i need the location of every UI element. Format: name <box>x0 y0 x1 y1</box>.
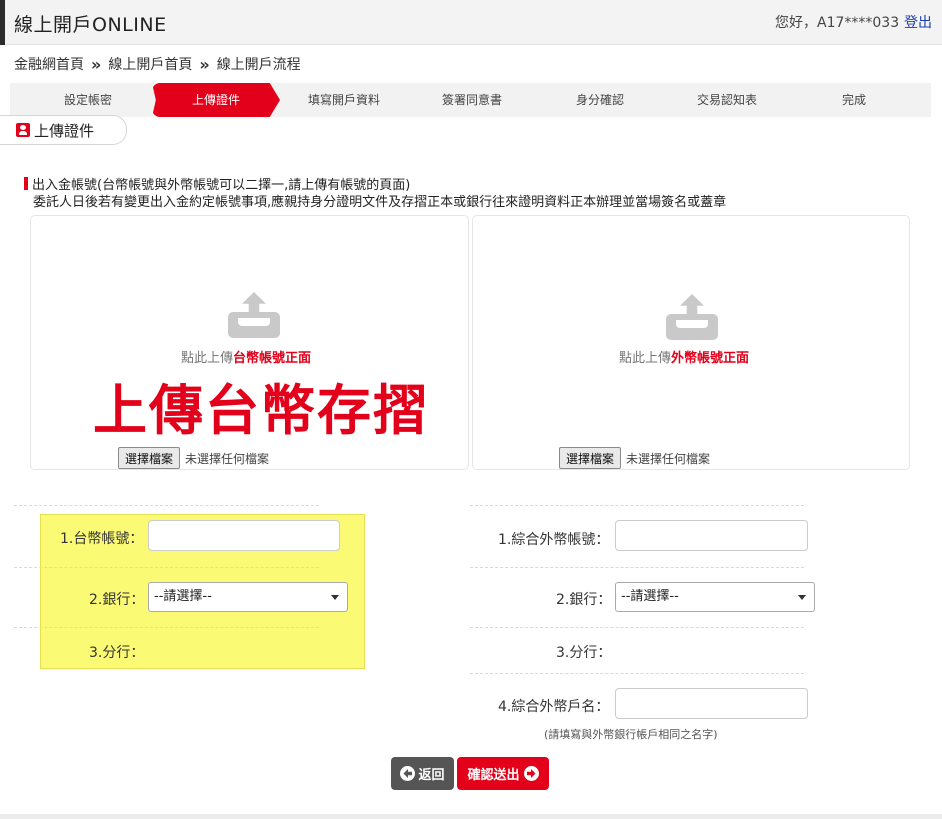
upload-tray-icon <box>228 292 280 338</box>
bottom-bar <box>0 814 942 819</box>
section-title: 上傳證件 <box>34 121 95 140</box>
foreign-bank-selected: --請選擇-- <box>621 589 679 604</box>
note-line-1: 出入金帳號(台幣帳號與外幣帳號可以二擇一,請上傳有帳號的頁面) <box>24 177 726 194</box>
step-fill-data: 填寫開戶資料 <box>307 93 380 107</box>
choose-file-button[interactable]: 選擇檔案 <box>118 447 181 469</box>
arrow-left-circle-icon <box>400 766 416 781</box>
foreign-name-note: (請填寫與外幣銀行帳戶相同之名字) <box>544 728 718 741</box>
step-set-password: 設定帳密 <box>63 93 112 107</box>
foreign-branch-label: 3.分行： <box>556 645 612 661</box>
foreign-name-input[interactable] <box>615 688 808 719</box>
divider <box>14 567 319 568</box>
divider <box>470 505 804 506</box>
note-text-1: 出入金帳號(台幣帳號與外幣帳號可以二擇一,請上傳有帳號的頁面) <box>32 178 411 193</box>
upload-hint-highlight: 台幣帳號正面 <box>233 351 312 366</box>
breadcrumb: 金融網首頁 » 線上開戶首頁 » 線上開戶流程 <box>14 54 301 74</box>
user-id: A17****033 <box>817 15 900 31</box>
logout-link[interactable]: 登出 <box>904 12 932 32</box>
app-header: 線上開戶ONLINE 您好，A17****033 登出 <box>0 0 942 45</box>
step-upload-documents: 上傳證件 <box>152 83 280 117</box>
divider <box>14 627 319 628</box>
divider <box>470 627 804 628</box>
arrow-right-circle-icon <box>523 766 539 781</box>
breadcrumb-item-process[interactable]: 線上開戶流程 <box>217 54 301 74</box>
twd-account-input[interactable] <box>148 520 340 551</box>
file-picker-foreign: 選擇檔案 未選擇任何檔案 <box>559 447 710 469</box>
divider <box>470 567 804 568</box>
file-picker-twd: 選擇檔案 未選擇任何檔案 <box>118 447 269 469</box>
breadcrumb-separator: » <box>91 54 102 74</box>
upload-hint-prefix: 點此上傳 <box>181 351 234 366</box>
note-line-2: 委託人日後若有變更出入金約定帳號事項,應親持身分證明文件及存摺正本或銀行往來證明… <box>33 195 727 210</box>
submit-button[interactable]: 確認送出 <box>457 757 549 790</box>
upload-notes: 出入金帳號(台幣帳號與外幣帳號可以二擇一,請上傳有帳號的頁面) 委託人日後若有變… <box>24 177 726 211</box>
note-marker <box>24 177 28 190</box>
app-title: 線上開戶ONLINE <box>14 14 167 36</box>
section-title-tab: 上傳證件 <box>0 115 127 145</box>
breadcrumb-item-account-home[interactable]: 線上開戶首頁 <box>108 54 192 74</box>
upload-hint-twd: 點此上傳台幣帳號正面 <box>181 347 311 366</box>
divider <box>470 673 804 674</box>
upload-box-twd[interactable]: 點此上傳台幣帳號正面 上傳台幣存摺 選擇檔案 未選擇任何檔案 <box>30 215 469 470</box>
submit-button-label: 確認送出 <box>467 768 520 783</box>
twd-bank-select[interactable]: --請選擇-- <box>148 582 348 612</box>
step-sign-agreement: 簽署同意書 <box>441 93 502 107</box>
upload-tray-icon <box>666 294 718 340</box>
choose-file-button[interactable]: 選擇檔案 <box>559 447 622 469</box>
upload-hint-foreign: 點此上傳外幣帳號正面 <box>619 347 749 366</box>
twd-bank-label: 2.銀行： <box>89 592 145 608</box>
foreign-bank-label: 2.銀行： <box>556 592 612 608</box>
step-identity-check: 身分確認 <box>575 93 624 107</box>
upload-hint-prefix: 點此上傳 <box>619 351 672 366</box>
step-trading-form: 交易認知表 <box>696 93 757 107</box>
foreign-account-input[interactable] <box>615 520 808 551</box>
foreign-bank-select[interactable]: --請選擇-- <box>615 582 815 612</box>
step-complete: 完成 <box>841 93 866 107</box>
upload-box-foreign[interactable]: 點此上傳外幣帳號正面 選擇檔案 未選擇任何檔案 <box>472 215 910 470</box>
foreign-name-label: 4.綜合外幣戶名： <box>498 699 610 715</box>
file-status: 未選擇任何檔案 <box>185 451 270 466</box>
progress-steps: 設定帳密 上傳證件 填寫開戶資料 簽署同意書 身分確認 交易認知表 完成 <box>10 83 931 117</box>
breadcrumb-item-home[interactable]: 金融網首頁 <box>14 54 84 74</box>
back-button-label: 返回 <box>418 768 445 783</box>
back-button[interactable]: 返回 <box>391 757 454 790</box>
greeting-text: 您好， <box>775 15 817 31</box>
file-status: 未選擇任何檔案 <box>626 451 711 466</box>
chevron-down-icon <box>798 595 806 600</box>
foreign-account-label: 1.綜合外幣帳號： <box>498 532 610 548</box>
breadcrumb-separator: » <box>199 54 210 74</box>
twd-bank-selected: --請選擇-- <box>154 589 212 604</box>
chevron-down-icon <box>331 595 339 600</box>
upload-overlay-text: 上傳台幣存摺 <box>93 379 429 442</box>
header-accent-bar <box>0 0 5 45</box>
user-greeting: 您好，A17****033 <box>775 12 899 32</box>
twd-branch-label: 3.分行： <box>89 645 145 661</box>
upload-hint-highlight: 外幣帳號正面 <box>671 351 750 366</box>
id-card-icon <box>16 123 30 137</box>
twd-account-label: 1.台幣帳號： <box>60 531 144 547</box>
divider <box>14 505 319 506</box>
